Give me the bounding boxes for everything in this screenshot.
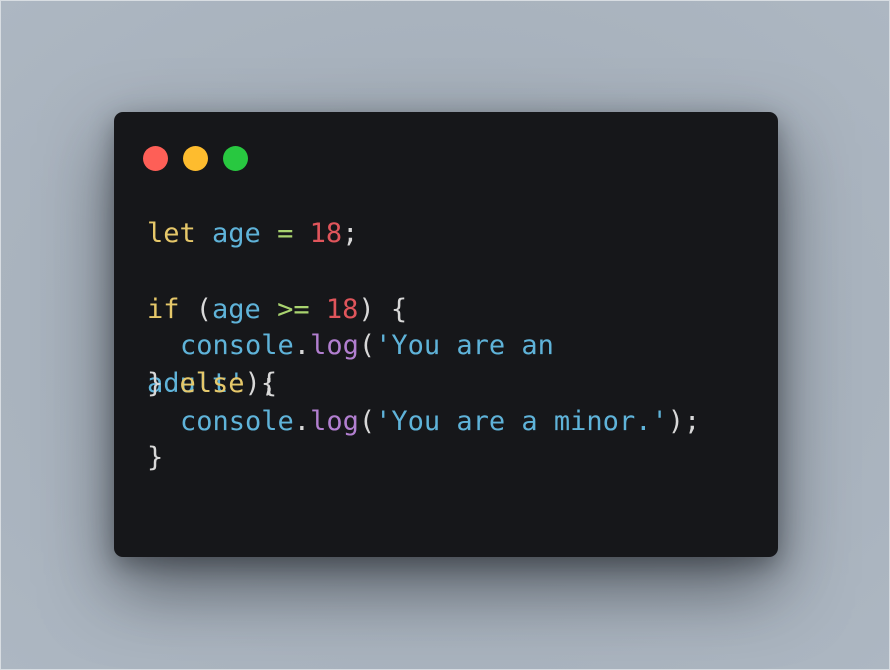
identifier: console <box>180 330 294 361</box>
code-line-4: console.log('You are an <box>180 330 554 362</box>
punctuation: . <box>293 406 311 437</box>
punctuation: ( <box>195 294 213 325</box>
method-name: log <box>310 406 359 437</box>
keyword: else <box>179 368 245 399</box>
punctuation: . <box>293 330 311 361</box>
keyword: if <box>147 294 180 325</box>
punctuation: { <box>260 368 278 399</box>
punctuation: ) <box>358 294 375 325</box>
punctuation: } <box>147 442 164 473</box>
code-line-7: } <box>147 442 163 474</box>
operator: >= <box>277 294 310 325</box>
method-name: log <box>310 330 359 361</box>
background-frame: let age = 18; if (age >= 18) { console.l… <box>0 0 890 670</box>
close-window-button[interactable] <box>143 146 168 171</box>
string-literal: 'You are an <box>375 330 554 361</box>
number-literal: 18 <box>325 294 359 325</box>
punctuation: ( <box>358 330 376 361</box>
code-line-5-else: } else { <box>147 368 277 400</box>
code-line-6: console.log('You are a minor.'); <box>180 406 700 438</box>
code-line-3: if (age >= 18) { <box>147 294 407 326</box>
minimize-window-button[interactable] <box>183 146 208 171</box>
identifier: console <box>180 406 294 437</box>
punctuation: { <box>390 294 408 325</box>
keyword: let <box>147 218 196 249</box>
code-line-1: let age = 18; <box>147 218 358 250</box>
punctuation: ( <box>358 406 376 437</box>
operator: = <box>277 218 294 249</box>
maximize-window-button[interactable] <box>223 146 248 171</box>
punctuation: } <box>147 368 164 399</box>
string-literal: 'You are a minor.' <box>375 406 668 437</box>
code-window: let age = 18; if (age >= 18) { console.l… <box>114 112 778 557</box>
punctuation: ); <box>667 406 701 437</box>
number-literal: 18 <box>309 218 343 249</box>
identifier: age <box>212 294 261 325</box>
punctuation: ; <box>342 218 359 249</box>
identifier: age <box>212 218 261 249</box>
